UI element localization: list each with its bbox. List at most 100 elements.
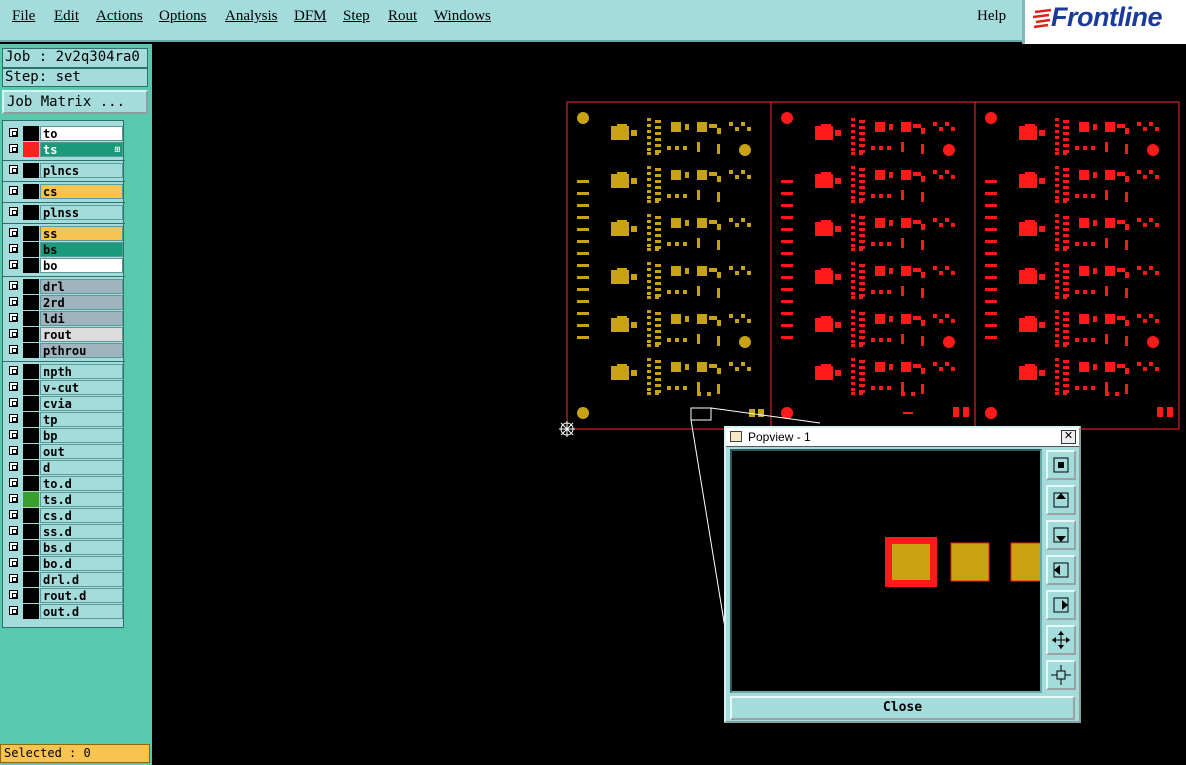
layer-checkbox[interactable] (9, 430, 18, 439)
layer-name[interactable]: v-cut (40, 380, 123, 395)
layer-checkbox[interactable] (9, 510, 18, 519)
layer-checkbox[interactable] (9, 260, 18, 269)
layer-name[interactable]: ldi (40, 311, 123, 326)
pan-down-icon[interactable] (1046, 520, 1076, 550)
layer-row-pthrou[interactable]: pthrou (5, 343, 123, 358)
layer-row-d[interactable]: d (5, 460, 123, 475)
menu-analysis[interactable]: Analysis (225, 8, 278, 25)
layer-name[interactable]: rout.d (40, 588, 123, 603)
zoom-fit-icon[interactable] (1046, 450, 1076, 480)
layer-name[interactable]: d (40, 460, 123, 475)
layer-row-drl[interactable]: drl (5, 279, 123, 294)
layer-name[interactable]: drl (40, 279, 123, 294)
layer-checkbox[interactable] (9, 345, 18, 354)
layer-checkbox[interactable] (9, 398, 18, 407)
layer-row-tp[interactable]: tp (5, 412, 123, 427)
menu-file[interactable]: File (12, 8, 35, 25)
layer-name[interactable]: plnss (40, 205, 123, 220)
layer-name[interactable]: bo.d (40, 556, 123, 571)
popview-titlebar[interactable]: Popview - 1 ✕ (726, 428, 1079, 447)
layer-row-cvia[interactable]: cvia (5, 396, 123, 411)
layer-checkbox[interactable] (9, 606, 18, 615)
layer-name[interactable]: bs.d (40, 540, 123, 555)
layer-checkbox[interactable] (9, 494, 18, 503)
layer-row-to[interactable]: to (5, 126, 123, 141)
layer-row-rout.d[interactable]: rout.d (5, 588, 123, 603)
layer-row-ss.d[interactable]: ss.d (5, 524, 123, 539)
layer-name[interactable]: out.d (40, 604, 123, 619)
menu-help[interactable]: Help (977, 8, 1006, 25)
layer-row-v-cut[interactable]: v-cut (5, 380, 123, 395)
layer-checkbox[interactable] (9, 462, 18, 471)
layer-checkbox[interactable] (9, 574, 18, 583)
layer-row-out.d[interactable]: out.d (5, 604, 123, 619)
menu-rout[interactable]: Rout (388, 8, 417, 25)
layer-name[interactable]: ss (40, 226, 123, 241)
menu-actions[interactable]: Actions (96, 8, 143, 25)
layer-row-ldi[interactable]: ldi (5, 311, 123, 326)
pan-right-icon[interactable] (1046, 590, 1076, 620)
layer-row-ts[interactable]: ts ⊞ (5, 142, 123, 157)
layer-checkbox[interactable] (9, 207, 18, 216)
layer-checkbox[interactable] (9, 165, 18, 174)
layer-checkbox[interactable] (9, 542, 18, 551)
close-icon[interactable]: ✕ (1061, 430, 1076, 444)
layer-name[interactable]: bp (40, 428, 123, 443)
layer-checkbox[interactable] (9, 297, 18, 306)
menu-edit[interactable]: Edit (54, 8, 79, 25)
zoom-out-icon[interactable] (1046, 660, 1076, 690)
layer-checkbox[interactable] (9, 558, 18, 567)
layer-checkbox[interactable] (9, 313, 18, 322)
layer-name[interactable]: bo (40, 258, 123, 273)
layer-row-drl.d[interactable]: drl.d (5, 572, 123, 587)
layer-checkbox[interactable] (9, 590, 18, 599)
layer-checkbox[interactable] (9, 526, 18, 535)
layer-row-cs[interactable]: cs (5, 184, 123, 199)
layer-name[interactable]: out (40, 444, 123, 459)
layer-name[interactable]: ts.d (40, 492, 123, 507)
layer-row-cs.d[interactable]: cs.d (5, 508, 123, 523)
layer-row-ss[interactable]: ss (5, 226, 123, 241)
layer-name[interactable]: 2rd (40, 295, 123, 310)
layer-checkbox[interactable] (9, 186, 18, 195)
layer-row-bs.d[interactable]: bs.d (5, 540, 123, 555)
layer-name[interactable]: cs.d (40, 508, 123, 523)
layer-row-bp[interactable]: bp (5, 428, 123, 443)
layer-row-bo.d[interactable]: bo.d (5, 556, 123, 571)
layer-name[interactable]: cs (40, 184, 123, 199)
menu-options[interactable]: Options (159, 8, 207, 25)
layer-name[interactable]: rout (40, 327, 123, 342)
layer-row-plncs[interactable]: plncs (5, 163, 123, 178)
layer-checkbox[interactable] (9, 366, 18, 375)
menu-step[interactable]: Step (343, 8, 370, 25)
pan-left-icon[interactable] (1046, 555, 1076, 585)
layer-row-bo[interactable]: bo (5, 258, 123, 273)
layer-row-ts.d[interactable]: ts.d (5, 492, 123, 507)
layer-checkbox[interactable] (9, 128, 18, 137)
layer-name[interactable]: pthrou (40, 343, 123, 358)
pan-up-icon[interactable] (1046, 485, 1076, 515)
layer-checkbox[interactable] (9, 228, 18, 237)
layer-row-rout[interactable]: rout (5, 327, 123, 342)
layer-name[interactable]: ts ⊞ (40, 142, 123, 157)
layer-checkbox[interactable] (9, 446, 18, 455)
menu-dfm[interactable]: DFM (294, 8, 327, 25)
layer-checkbox[interactable] (9, 382, 18, 391)
layer-checkbox[interactable] (9, 414, 18, 423)
popview-canvas[interactable] (730, 449, 1042, 693)
layer-checkbox[interactable] (9, 281, 18, 290)
layer-checkbox[interactable] (9, 244, 18, 253)
layer-checkbox[interactable] (9, 478, 18, 487)
layer-name[interactable]: to (40, 126, 123, 141)
popview-close-button[interactable]: Close (730, 696, 1075, 720)
layer-name[interactable]: to.d (40, 476, 123, 491)
layer-name[interactable]: plncs (40, 163, 123, 178)
zoom-in-icon[interactable] (1046, 625, 1076, 655)
layer-name[interactable]: cvia (40, 396, 123, 411)
layer-name[interactable]: drl.d (40, 572, 123, 587)
job-matrix-button[interactable]: Job Matrix ... (2, 90, 148, 114)
layer-checkbox[interactable] (9, 329, 18, 338)
layer-name[interactable]: npth (40, 364, 123, 379)
layer-row-bs[interactable]: bs (5, 242, 123, 257)
layer-name[interactable]: tp (40, 412, 123, 427)
